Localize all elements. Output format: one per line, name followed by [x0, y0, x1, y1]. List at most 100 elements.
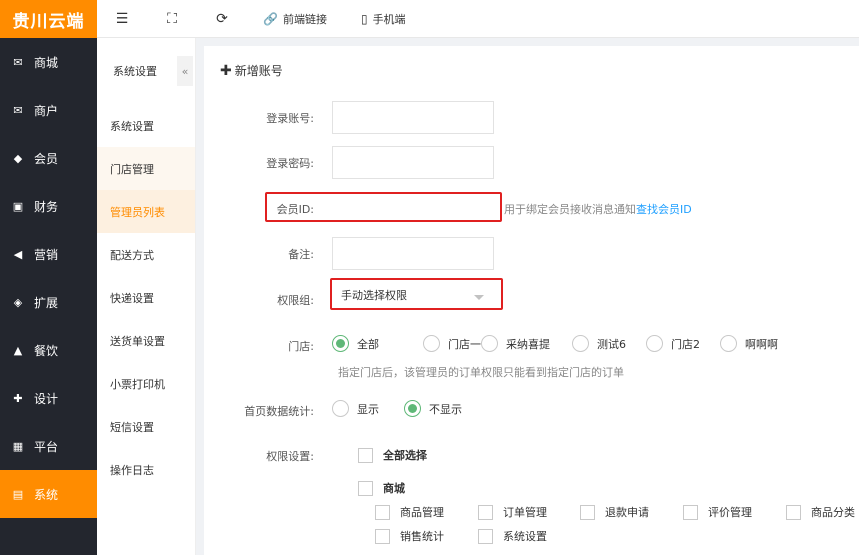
member-id-input[interactable]: [332, 192, 494, 222]
submenu-item-4[interactable]: 快递设置: [97, 276, 195, 319]
refresh-icon[interactable]: ⟳: [197, 0, 247, 38]
plus-icon: ✚: [220, 62, 232, 79]
nav-item-7[interactable]: ✚ 设计: [0, 374, 97, 422]
store-radio-5[interactable]: 啊啊啊: [720, 335, 778, 352]
store-label: 门店:: [288, 340, 314, 353]
store-radio-0[interactable]: 全部: [332, 335, 379, 352]
add-account-button[interactable]: ✚ 新增账号: [220, 62, 283, 79]
nav-item-label: 餐饮: [34, 343, 59, 358]
mall-label: 商城: [383, 482, 405, 495]
select-all-checkbox[interactable]: 全部选择: [358, 447, 427, 463]
permission-settings-label: 权限设置:: [266, 450, 314, 463]
nav-item-1[interactable]: ✉ 商户: [0, 86, 97, 134]
login-account-label: 登录账号:: [266, 112, 314, 125]
checkbox-box: [358, 447, 373, 463]
remark-label: 备注:: [288, 248, 314, 261]
nav-item-0[interactable]: ✉ 商城: [0, 38, 97, 86]
store-radio-1[interactable]: 门店一: [423, 335, 481, 352]
store-radio-4[interactable]: 门店2: [646, 335, 700, 352]
perm-checkbox-r1-0[interactable]: 商品管理: [375, 504, 444, 520]
perm-label: 商品分类: [811, 506, 855, 519]
find-member-id-link[interactable]: 查找会员ID: [636, 203, 692, 216]
mobile-button[interactable]: ▯ 手机端: [361, 11, 406, 27]
permission-group-select[interactable]: 手动选择权限: [332, 281, 494, 308]
submenu-item-2[interactable]: 管理员列表: [97, 190, 195, 233]
nav-item-label: 会员: [34, 151, 59, 166]
mobile-label: 手机端: [372, 12, 406, 26]
extension-icon: ◈: [13, 295, 23, 309]
checkbox-box: [375, 504, 390, 520]
platform-icon: ▦: [12, 439, 24, 453]
store-icon: ✉: [13, 55, 23, 69]
mall-checkbox[interactable]: 商城: [358, 480, 405, 496]
home-stats-radio-0[interactable]: 显示: [332, 400, 379, 417]
marketing-icon: ◀: [13, 247, 23, 261]
login-password-input[interactable]: [332, 146, 494, 179]
checkbox-box: [478, 504, 493, 520]
nav-item-label: 系统: [34, 487, 59, 502]
perm-label: 销售统计: [400, 530, 444, 543]
submenu-item-3[interactable]: 配送方式: [97, 233, 195, 276]
submenu-item-0[interactable]: 系统设置: [97, 104, 195, 147]
member-id-label: 会员ID:: [276, 203, 314, 216]
perm-checkbox-r2-0[interactable]: 销售统计: [375, 528, 444, 544]
perm-checkbox-r1-3[interactable]: 评价管理: [683, 504, 752, 520]
perm-label: 系统设置: [503, 530, 547, 543]
frontend-link-button[interactable]: 🔗 前端链接: [263, 11, 327, 27]
nav-item-2[interactable]: ◆ 会员: [0, 134, 97, 182]
radio-circle: [423, 335, 440, 352]
submenu-item-7[interactable]: 短信设置: [97, 405, 195, 448]
nav-item-8[interactable]: ▦ 平台: [0, 422, 97, 470]
submenu-item-6[interactable]: 小票打印机: [97, 362, 195, 405]
chevron-down-icon: [474, 295, 484, 300]
checkbox-box: [358, 480, 373, 496]
secondary-menu: 系统设置 « 系统设置 门店管理 管理员列表 配送方式 快递设置 送货单设置 小票打印机 短信…: [97, 38, 196, 555]
checkbox-box: [786, 504, 801, 520]
nav-item-3[interactable]: ▣ 财务: [0, 182, 97, 230]
nav-item-label: 财务: [34, 199, 59, 214]
merchant-icon: ✉: [13, 103, 23, 117]
submenu-item-8[interactable]: 操作日志: [97, 448, 195, 491]
store-radio-2[interactable]: 采纳喜提: [481, 335, 550, 352]
nav-item-label: 商户: [34, 103, 59, 118]
menu-toggle-icon[interactable]: ☰: [97, 0, 147, 38]
checkbox-box: [375, 528, 390, 544]
perm-checkbox-r1-4[interactable]: 商品分类: [786, 504, 855, 520]
top-toolbar: ☰ ⛶ ⟳ 🔗 前端链接 ▯ 手机端: [97, 0, 859, 38]
radio-circle: [646, 335, 663, 352]
nav-item-9[interactable]: ▤ 系统: [0, 470, 97, 518]
store-radio-3[interactable]: 测试6: [572, 335, 626, 352]
checkbox-box: [580, 504, 595, 520]
add-account-label: 新增账号: [234, 64, 283, 78]
fullscreen-icon[interactable]: ⛶: [147, 0, 197, 38]
radio-circle: [720, 335, 737, 352]
remark-input[interactable]: [332, 237, 494, 270]
nav-item-label: 平台: [34, 439, 59, 454]
radio-circle: [481, 335, 498, 352]
member-id-hint-text: 用于绑定会员接收消息通知: [504, 203, 636, 216]
perm-checkbox-r1-1[interactable]: 订单管理: [478, 504, 547, 520]
main-nav: ✉ 商城 ✉ 商户 ◆ 会员 ▣ 财务 ◀ 营销 ◈ 扩展 ▲ 餐饮 ✚ 设计 ▦ 平台 ▤ 系统: [0, 38, 97, 518]
member-icon: ◆: [13, 151, 23, 165]
store-radio-label: 门店2: [671, 337, 700, 351]
store-radio-label: 门店一: [448, 337, 481, 351]
radio-circle: [332, 335, 349, 352]
perm-label: 商品管理: [400, 506, 444, 519]
main-sidebar: 贵川云端 ✉ 商城 ✉ 商户 ◆ 会员 ▣ 财务 ◀ 营销 ◈ 扩展 ▲ 餐饮 ✚ 设计 ▦ 平台 ▤ 系统: [0, 0, 97, 555]
home-stats-radio-1[interactable]: 不显示: [404, 400, 462, 417]
collapse-submenu-icon[interactable]: «: [177, 56, 193, 86]
store-radio-label: 采纳喜提: [506, 337, 550, 351]
perm-checkbox-r2-1[interactable]: 系统设置: [478, 528, 547, 544]
radio-circle: [572, 335, 589, 352]
submenu-item-1[interactable]: 门店管理: [97, 147, 195, 190]
nav-item-4[interactable]: ◀ 营销: [0, 230, 97, 278]
login-account-input[interactable]: [332, 101, 494, 134]
perm-label: 退款申请: [605, 506, 649, 519]
nav-item-5[interactable]: ◈ 扩展: [0, 278, 97, 326]
submenu-item-5[interactable]: 送货单设置: [97, 319, 195, 362]
nav-item-6[interactable]: ▲ 餐饮: [0, 326, 97, 374]
perm-label: 订单管理: [503, 506, 547, 519]
perm-checkbox-r1-2[interactable]: 退款申请: [580, 504, 649, 520]
frontend-link-label: 前端链接: [282, 12, 327, 26]
finance-icon: ▣: [12, 199, 24, 213]
